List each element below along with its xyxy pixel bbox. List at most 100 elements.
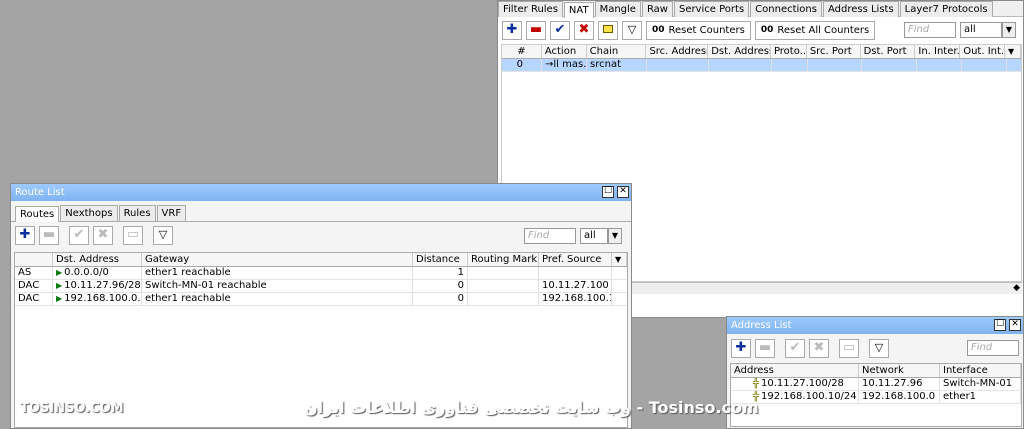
chevron-down-icon[interactable]: ▼ [612, 253, 627, 266]
check-icon[interactable]: ✔ [785, 338, 805, 358]
col-dst-address[interactable]: Dst. Address [708, 45, 771, 58]
col-network[interactable]: Network [859, 364, 940, 377]
table-row[interactable]: DAC ▶ 192.168.100.0... ether1 reachable 0… [15, 293, 627, 306]
tab-mangle[interactable]: Mangle [594, 1, 641, 17]
col-src-port[interactable]: Src. Port [807, 45, 861, 58]
address-network: 192.168.100.0 [859, 391, 940, 403]
tab-nat[interactable]: NAT [563, 2, 594, 18]
col-out-interface[interactable]: Out. Int... [960, 45, 1006, 58]
col-number[interactable]: # [502, 45, 542, 58]
route-list-window: Route List ☐ ✕ Routes Nexthops Rules VRF… [10, 183, 632, 429]
route-distance: 0 [413, 280, 468, 292]
reset-counters-button[interactable]: 00 Reset Counters [646, 20, 751, 40]
nat-find-input[interactable]: Find [904, 22, 956, 38]
address-interface: ether1 [940, 391, 1021, 403]
minus-icon[interactable]: ▬ [755, 338, 775, 358]
tab-nexthops[interactable]: Nexthops [60, 205, 118, 221]
route-list-titlebar[interactable]: Route List ☐ ✕ [11, 184, 631, 201]
tab-connections[interactable]: Connections [750, 1, 822, 17]
col-distance[interactable]: Distance [413, 253, 468, 266]
route-dst-value: 10.11.27.96/28 [64, 280, 141, 291]
route-mark [468, 280, 539, 292]
tab-rules[interactable]: Rules [118, 205, 156, 221]
nat-toolbar: ✚ ▬ ✔ ✖ ▽ 00 Reset Counters 00 Reset All… [498, 17, 1023, 43]
address-interface: Switch-MN-01 [940, 378, 1021, 390]
address-table: Address Network Interface ╬ 10.11.27.100/… [730, 363, 1022, 427]
col-routing-mark[interactable]: Routing Mark [468, 253, 539, 266]
maximize-icon[interactable]: ☐ [602, 186, 614, 198]
route-dst-value: 0.0.0.0/0 [64, 267, 109, 278]
route-find-input[interactable]: Find [524, 227, 576, 244]
maximize-icon[interactable]: ☐ [994, 319, 1006, 331]
col-flags[interactable] [15, 253, 53, 266]
cross-icon[interactable]: ✖ [574, 20, 594, 40]
col-address[interactable]: Address [731, 364, 859, 377]
route-flags: AS [15, 267, 53, 279]
firewall-tabs: Filter Rules NAT Mangle Raw Service Port… [498, 1, 1023, 18]
note-icon[interactable]: ▭ [123, 226, 143, 245]
route-gateway: ether1 reachable [142, 293, 413, 305]
tab-routes[interactable]: Routes [15, 206, 60, 222]
minus-icon[interactable]: ▬ [526, 20, 546, 40]
address-find-input[interactable]: Find [967, 340, 1019, 356]
tab-raw[interactable]: Raw [641, 1, 673, 17]
nat-row-chain: srcnat [587, 59, 647, 71]
col-interface[interactable]: Interface [940, 364, 1021, 377]
route-pref-source: 192.168.100.10 [539, 293, 612, 305]
col-dst-address[interactable]: Dst. Address [53, 253, 142, 266]
tab-address-lists[interactable]: Address Lists [822, 1, 899, 17]
route-list-title: Route List [15, 187, 65, 198]
watermark-left: TOSINSO.COM [20, 401, 124, 416]
route-toolbar: ✚ ▬ ✔ ✖ ▭ ▽ Find all ▼ [11, 221, 631, 249]
close-icon[interactable]: ✕ [1009, 319, 1021, 331]
route-dst: ▶ 10.11.27.96/28 [53, 280, 142, 292]
tab-filter-rules[interactable]: Filter Rules [498, 1, 563, 17]
nat-row-protocol [772, 59, 808, 71]
minus-icon[interactable]: ▬ [39, 226, 59, 245]
cross-icon[interactable]: ✖ [809, 338, 829, 358]
address-toolbar: ✚ ▬ ✔ ✖ ▭ ▽ Find [727, 334, 1023, 362]
funnel-icon[interactable]: ▽ [153, 226, 173, 245]
close-icon[interactable]: ✕ [617, 186, 629, 198]
plus-icon[interactable]: ✚ [15, 226, 35, 245]
note-icon[interactable] [598, 20, 618, 40]
note-icon[interactable]: ▭ [839, 338, 859, 358]
address-list-titlebar[interactable]: Address List ☐ ✕ [727, 317, 1023, 334]
col-in-interface[interactable]: In. Inter... [915, 45, 961, 58]
col-src-address[interactable]: Src. Address [646, 45, 709, 58]
table-row[interactable]: ╬ 192.168.100.10/24 192.168.100.0 ether1 [731, 391, 1021, 404]
funnel-icon[interactable]: ▽ [869, 338, 889, 358]
col-gateway[interactable]: Gateway [142, 253, 413, 266]
flag-icon: ▶ [56, 294, 63, 303]
check-icon[interactable]: ✔ [69, 226, 89, 245]
col-pref-source[interactable]: Pref. Source [539, 253, 612, 266]
scroll-right-icon[interactable]: ◆ [1013, 283, 1020, 293]
table-row[interactable]: ╬ 10.11.27.100/28 10.11.27.96 Switch-MN-0… [731, 378, 1021, 391]
route-dst-value: 192.168.100.0... [64, 293, 142, 304]
plus-icon[interactable]: ✚ [731, 338, 751, 358]
col-chain[interactable]: Chain [587, 45, 647, 58]
address-list-window: Address List ☐ ✕ ✚ ▬ ✔ ✖ ▭ ▽ Find Addres… [726, 316, 1024, 429]
cross-icon[interactable]: ✖ [93, 226, 113, 245]
route-filter-select[interactable]: all ▼ [580, 227, 622, 244]
reset-all-counters-button[interactable]: 00 Reset All Counters [754, 20, 876, 40]
tab-vrf[interactable]: VRF [156, 205, 187, 221]
table-row[interactable]: DAC ▶ 10.11.27.96/28 Switch-MN-01 reachab… [15, 280, 627, 293]
nat-filter-select[interactable]: all ▼ [960, 22, 1016, 38]
table-row[interactable]: 0 →ll mas... srcnat [502, 59, 1021, 72]
address-list-title: Address List [731, 320, 792, 331]
funnel-icon[interactable]: ▽ [622, 20, 642, 40]
chevron-down-icon[interactable]: ▼ [1002, 22, 1016, 38]
col-dst-port[interactable]: Dst. Port [861, 45, 916, 58]
chevron-down-icon[interactable]: ▼ [608, 227, 622, 244]
plus-icon[interactable]: ✚ [502, 20, 522, 40]
table-row[interactable]: AS ▶ 0.0.0.0/0 ether1 reachable 1 [15, 267, 627, 280]
col-protocol[interactable]: Proto... [771, 45, 807, 58]
chevron-down-icon[interactable]: ▼ [1005, 45, 1021, 58]
address-icon: ╬ [753, 378, 760, 389]
check-icon[interactable]: ✔ [550, 20, 570, 40]
counter-icon: 00 [760, 24, 774, 35]
tab-layer7-protocols[interactable]: Layer7 Protocols [899, 1, 993, 17]
tab-service-ports[interactable]: Service Ports [674, 1, 750, 17]
col-action[interactable]: Action [542, 45, 587, 58]
